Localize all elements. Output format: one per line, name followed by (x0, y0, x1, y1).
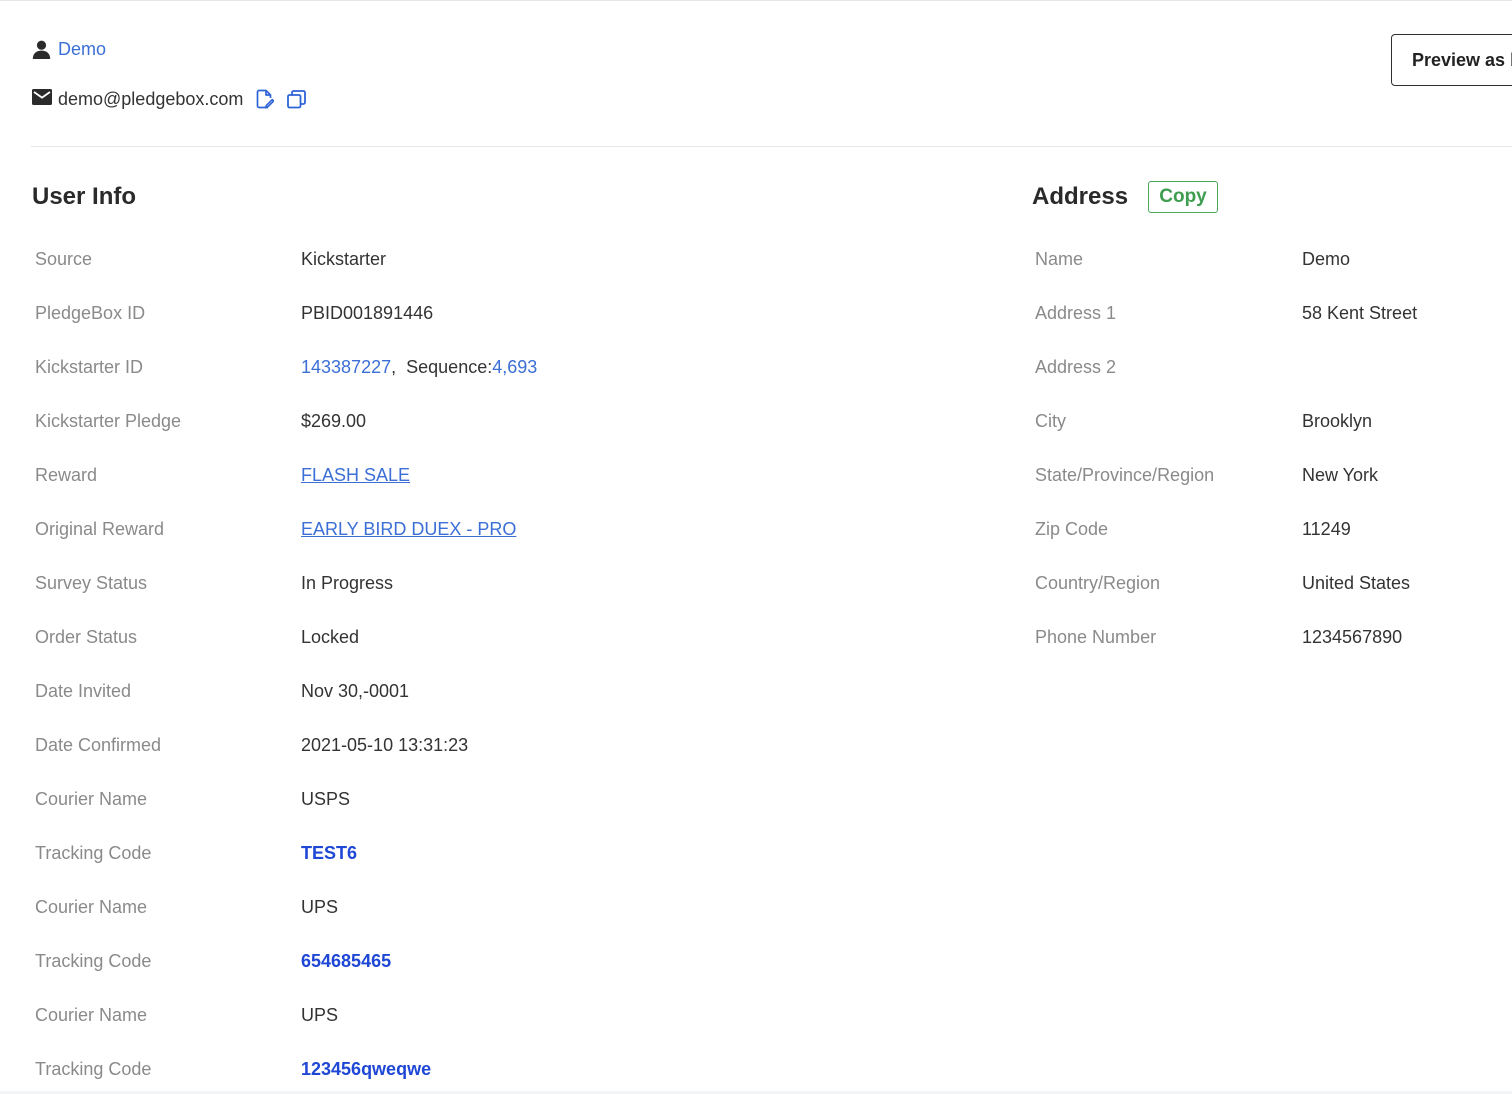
row-label: Tracking Code (35, 843, 152, 863)
date-invited-value: Nov 30,-0001 (301, 681, 410, 701)
row-label: Order Status (35, 627, 138, 647)
survey-status-value: In Progress (301, 573, 394, 593)
state-value: New York (1302, 465, 1379, 485)
address-row-name: Name Demo (1035, 232, 1512, 286)
address-row-zip-code: Zip Code 11249 (1035, 502, 1512, 556)
sequence-link[interactable]: 4,693 (492, 357, 537, 377)
header-divider (31, 146, 1512, 147)
info-row-reward: Reward FLASH SALE (35, 448, 935, 502)
id-separator: , (391, 357, 397, 377)
user-icon (32, 40, 51, 59)
info-row-date-invited: Date Invited Nov 30,-0001 (35, 664, 935, 718)
zip-code-value: 11249 (1302, 519, 1351, 539)
address-row-phone-number: Phone Number 1234567890 (1035, 610, 1512, 664)
email-address: demo@pledgebox.com (58, 88, 244, 109)
tracking-code-link[interactable]: 654685465 (301, 951, 391, 971)
name-value: Demo (1302, 249, 1351, 269)
row-label: Address 1 (1035, 303, 1117, 323)
copy-email-button[interactable] (285, 87, 307, 111)
info-row-kickstarter-pledge: Kickstarter Pledge $269.00 (35, 394, 935, 448)
info-row-tracking-code: Tracking Code 654685465 (35, 934, 935, 988)
address-row-state: State/Province/Region New York (1035, 448, 1512, 502)
info-row-date-confirmed: Date Confirmed 2021-05-10 13:31:23 (35, 718, 935, 772)
row-label: Zip Code (1035, 519, 1109, 539)
date-confirmed-value: 2021-05-10 13:31:23 (301, 735, 469, 755)
row-label: Source (35, 249, 93, 269)
tracking-code-link[interactable]: TEST6 (301, 843, 357, 863)
row-label: Original Reward (35, 519, 165, 539)
row-label: Phone Number (1035, 627, 1157, 647)
user-info-title: User Info (32, 183, 137, 210)
order-status-value: Locked (301, 627, 360, 647)
pledge-amount-value: $269.00 (301, 411, 367, 431)
row-label: Kickstarter ID (35, 357, 144, 377)
address-1-value: 58 Kent Street (1302, 303, 1418, 323)
courier-name-value: USPS (301, 789, 351, 809)
user-info-table: Source Kickstarter PledgeBox ID PBID0018… (35, 232, 935, 1091)
row-label: Tracking Code (35, 951, 152, 971)
row-label: Date Invited (35, 681, 132, 701)
info-row-pledgebox-id: PledgeBox ID PBID001891446 (35, 286, 935, 340)
address-row-address-2: Address 2 (1035, 340, 1512, 394)
info-row-courier-name: Courier Name USPS (35, 772, 935, 826)
row-label: Courier Name (35, 897, 148, 917)
original-reward-link[interactable]: EARLY BIRD DUEX - PRO (301, 519, 516, 539)
info-row-tracking-code: Tracking Code 123456qweqwe (35, 1042, 935, 1091)
info-row-tracking-code: Tracking Code TEST6 (35, 826, 935, 880)
row-label: State/Province/Region (1035, 465, 1215, 485)
address-row-address-1: Address 1 58 Kent Street (1035, 286, 1512, 340)
row-label: Survey Status (35, 573, 148, 593)
kickstarter-id-link[interactable]: 143387227 (301, 357, 391, 377)
row-label: City (1035, 411, 1066, 431)
row-label: PledgeBox ID (35, 303, 146, 323)
address-row-city: City Brooklyn (1035, 394, 1512, 448)
courier-name-value: UPS (301, 1005, 339, 1025)
email-line: demo@pledgebox.com (32, 87, 307, 111)
source-value: Kickstarter (301, 249, 387, 269)
row-label: Tracking Code (35, 1059, 152, 1079)
user-name-link[interactable]: Demo (58, 39, 106, 60)
info-row-order-status: Order Status Locked (35, 610, 935, 664)
info-row-survey-status: Survey Status In Progress (35, 556, 935, 610)
row-label: Country/Region (1035, 573, 1161, 593)
address-row-country: Country/Region United States (1035, 556, 1512, 610)
city-value: Brooklyn (1302, 411, 1373, 431)
preview-as-backer-button[interactable]: Preview as backer (1391, 34, 1512, 86)
address-table: Name Demo Address 1 58 Kent Street Addre… (1035, 232, 1512, 664)
info-row-original-reward: Original Reward EARLY BIRD DUEX - PRO (35, 502, 935, 556)
row-label: Courier Name (35, 789, 148, 809)
courier-name-value: UPS (301, 897, 339, 917)
sequence-label: Sequence: (406, 357, 493, 377)
edit-email-button[interactable] (254, 87, 276, 111)
tracking-code-link[interactable]: 123456qweqwe (301, 1059, 431, 1079)
info-row-courier-name: Courier Name UPS (35, 880, 935, 934)
info-row-courier-name: Courier Name UPS (35, 988, 935, 1042)
row-label: Kickstarter Pledge (35, 411, 182, 431)
envelope-icon (32, 88, 52, 110)
copy-address-button[interactable]: Copy (1148, 181, 1218, 213)
row-label: Name (1035, 249, 1084, 269)
row-label: Address 2 (1035, 357, 1117, 377)
address-title: Address (1032, 183, 1129, 210)
info-row-source: Source Kickstarter (35, 232, 935, 286)
user-line: Demo (32, 37, 106, 61)
copy-icon (286, 89, 306, 108)
phone-number-value: 1234567890 (1302, 627, 1403, 647)
edit-icon (257, 89, 275, 109)
backer-header: Demo demo@pledgebox.com Preview as (0, 1, 1512, 146)
reward-link[interactable]: FLASH SALE (301, 465, 410, 485)
pledgebox-id-value: PBID001891446 (301, 303, 434, 323)
info-row-kickstarter-id: Kickstarter ID 143387227, Sequence:4,693 (35, 340, 935, 394)
backer-detail-page: Demo demo@pledgebox.com Preview as User … (0, 0, 1512, 1091)
row-label: Courier Name (35, 1005, 148, 1025)
row-label: Date Confirmed (35, 735, 162, 755)
row-label: Reward (35, 465, 98, 485)
country-value: United States (1302, 573, 1411, 593)
kickstarter-id-value: 143387227, Sequence:4,693 (301, 356, 537, 378)
